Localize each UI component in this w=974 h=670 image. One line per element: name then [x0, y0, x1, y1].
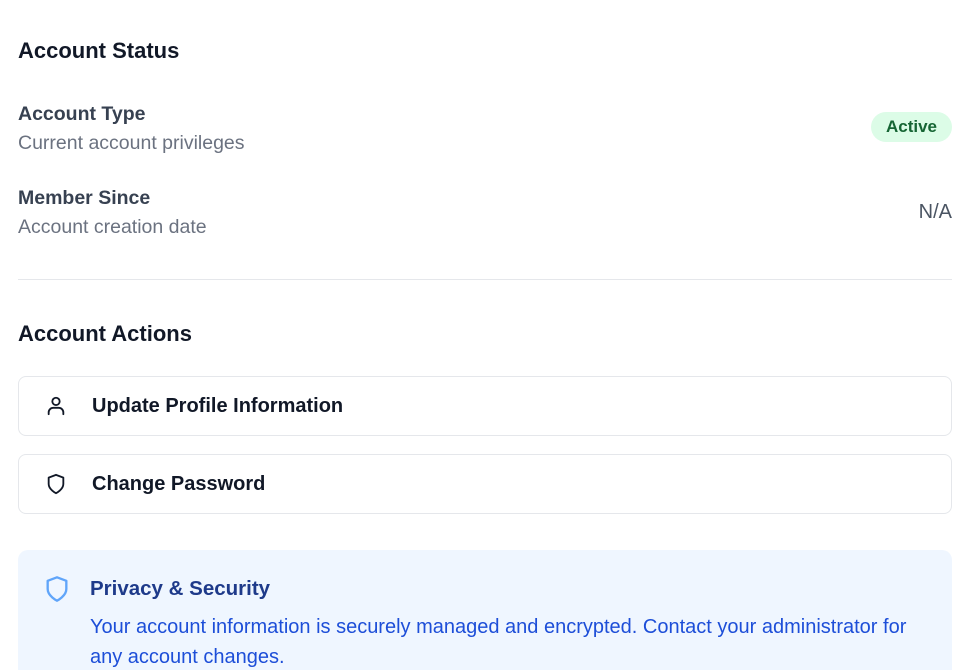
update-profile-label: Update Profile Information: [92, 394, 344, 417]
status-badge: Active: [870, 112, 952, 142]
member-since-description: Account creation date: [18, 216, 207, 238]
member-since-row: Member Since Account creation date N/A: [18, 184, 952, 244]
change-password-button[interactable]: Change Password: [18, 454, 952, 514]
account-type-label: Account Type: [18, 103, 146, 125]
change-password-label: Change Password: [92, 472, 266, 495]
privacy-security-notice: Privacy & Security Your account informat…: [18, 550, 952, 670]
shield-icon: [44, 472, 68, 496]
section-divider: [18, 279, 952, 280]
privacy-text: Your account information is securely man…: [90, 616, 907, 668]
shield-icon: [43, 574, 71, 604]
account-settings-page: Account Status Account Type Current acco…: [0, 0, 974, 670]
account-actions-heading: Account Actions: [18, 321, 192, 346]
account-type-row: Account Type Current account privileges …: [18, 100, 952, 160]
account-type-description: Current account privileges: [18, 132, 245, 154]
member-since-label: Member Since: [18, 187, 151, 209]
member-since-value: N/A: [918, 201, 952, 223]
privacy-title: Privacy & Security: [90, 577, 271, 600]
user-icon: [44, 394, 68, 418]
account-status-heading: Account Status: [18, 38, 180, 63]
update-profile-button[interactable]: Update Profile Information: [18, 376, 952, 436]
